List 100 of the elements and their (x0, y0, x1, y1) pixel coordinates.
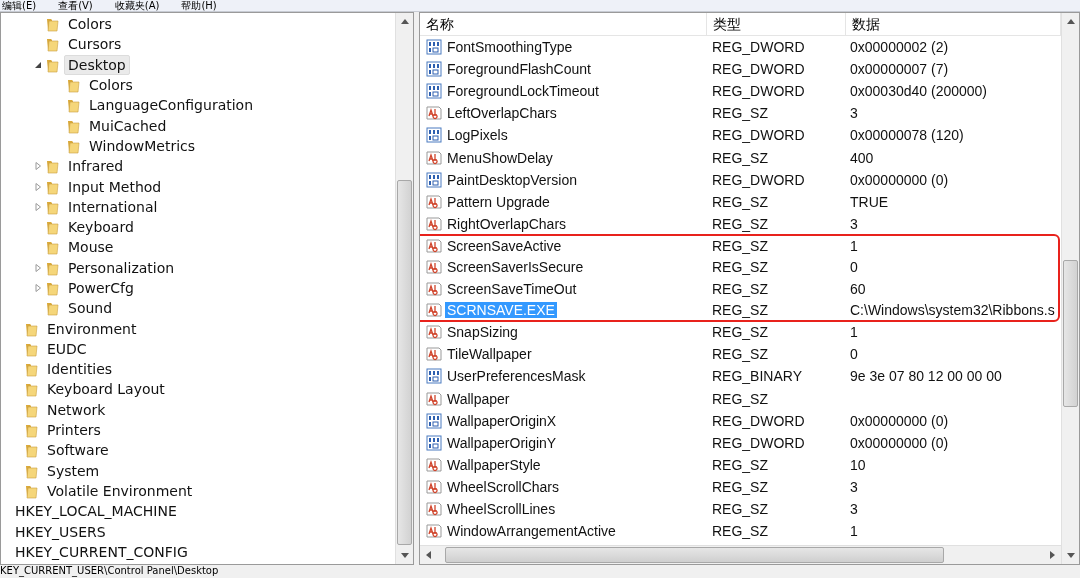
tree-item[interactable]: Keyboard Layout (43, 379, 169, 400)
tree-item[interactable]: Volatile Environment (43, 480, 197, 501)
folder-icon (45, 158, 61, 175)
value-name[interactable]: WallpaperOriginY (445, 434, 559, 451)
value-name[interactable]: ScreenSaveActive (445, 238, 564, 255)
expand-icon[interactable] (34, 263, 42, 272)
tree-item[interactable]: Infrared (64, 156, 128, 177)
folder-icon (24, 442, 40, 459)
tree-item[interactable]: Identities (43, 359, 117, 380)
tree-item[interactable]: HKEY_CURRENT_CONFIG (11, 541, 192, 562)
tree-item[interactable]: Sound (64, 298, 117, 319)
table-cell-text: REG_SZ (711, 149, 769, 166)
tree-item[interactable]: Colors (64, 14, 116, 35)
binary-value-icon (426, 83, 442, 100)
value-name[interactable]: ForegroundFlashCount (445, 61, 593, 78)
tree-item[interactable]: Mouse (64, 237, 118, 258)
tree-item[interactable]: Colors (85, 75, 137, 96)
string-value-icon (426, 346, 442, 363)
scroll-arrow-icon[interactable] (400, 19, 409, 24)
tree-item[interactable]: LanguageConfiguration (85, 95, 258, 116)
menu-item[interactable]: 编辑(E) (2, 0, 37, 11)
value-name[interactable]: ForegroundLockTimeout (445, 83, 601, 100)
tree-item[interactable]: International (64, 196, 162, 217)
tree-item[interactable]: HKEY_LOCAL_MACHINE (11, 501, 181, 522)
string-value-icon (426, 280, 442, 297)
table-cell-text: REG_DWORD (711, 434, 806, 451)
tree-item[interactable]: HKEY_USERS (11, 521, 110, 542)
value-name[interactable]: SnapSizing (445, 324, 520, 341)
folder-icon (24, 361, 40, 378)
string-value-icon (426, 238, 442, 255)
expand-icon[interactable] (34, 284, 42, 292)
table-cell-text: REG_SZ (711, 456, 769, 473)
value-name[interactable]: PaintDesktopVersion (445, 171, 579, 188)
tree-item[interactable]: MuiCached (85, 115, 171, 136)
value-name[interactable]: LeftOverlapChars (445, 105, 559, 122)
value-name[interactable]: WheelScrollLines (445, 501, 558, 517)
value-name[interactable]: RightOverlapChars (445, 215, 569, 232)
tree-item[interactable]: Environment (43, 318, 141, 339)
menu-item[interactable]: 查看(V) (58, 0, 93, 11)
table-cell: 1 (850, 238, 858, 255)
folder-icon (66, 97, 82, 114)
table-cell: 0x00000000 (0) (850, 412, 949, 429)
menu-item[interactable]: 帮助(H) (181, 0, 217, 11)
table-cell: 0 (850, 259, 858, 276)
binary-value-icon (426, 412, 442, 429)
tree-item[interactable]: System (43, 460, 104, 481)
table-cell-text: REG_SZ (711, 280, 769, 297)
value-name[interactable]: MenuShowDelay (445, 149, 555, 166)
expand-icon[interactable] (34, 162, 42, 171)
string-value-icon (426, 259, 442, 276)
tree-item[interactable]: EUDC (43, 338, 91, 359)
table-cell: C:\Windows\system32\Ribbons.s (850, 301, 1055, 318)
tree-item[interactable]: Input Method (64, 176, 166, 197)
scroll-thumb[interactable] (1063, 260, 1078, 407)
value-name[interactable]: WindowArrangementActive (445, 523, 618, 540)
collapse-icon[interactable] (34, 60, 42, 69)
value-name[interactable]: TileWallpaper (445, 346, 534, 363)
tree-item[interactable]: Printers (43, 420, 105, 441)
folder-icon (45, 239, 61, 256)
tree-item[interactable]: WindowMetrics (85, 135, 200, 156)
table-cell: 0x00000007 (7) (850, 61, 949, 78)
scroll-thumb[interactable] (445, 547, 944, 563)
scroll-arrow-icon[interactable] (1066, 19, 1075, 24)
table-cell-text: REG_DWORD (711, 127, 806, 144)
tree-item[interactable]: Personalization (64, 257, 179, 278)
scroll-arrow-icon[interactable] (426, 551, 431, 559)
tree-item[interactable]: Cursors (64, 34, 126, 55)
value-name[interactable]: UserPreferencesMask (445, 368, 588, 385)
scroll-arrow-icon[interactable] (400, 553, 409, 558)
value-name[interactable]: FontSmoothingType (445, 39, 575, 56)
expand-icon[interactable] (34, 182, 42, 191)
table-cell-text: REG_SZ (711, 215, 769, 232)
menu-item[interactable]: 收藏夹(A) (114, 0, 160, 11)
string-value-icon (426, 105, 442, 122)
value-name[interactable]: WallpaperStyle (445, 456, 543, 473)
value-name[interactable]: LogPixels (445, 127, 510, 144)
tree-item[interactable]: Software (43, 440, 113, 461)
tree-item[interactable]: Desktop (64, 54, 130, 75)
table-cell-text: REG_SZ (711, 390, 769, 407)
expand-icon[interactable] (34, 202, 42, 211)
tree-item[interactable]: Keyboard (64, 217, 138, 238)
scroll-arrow-icon[interactable] (1066, 553, 1075, 558)
value-name[interactable]: WallpaperOriginX (445, 412, 559, 429)
tree-item[interactable]: PowerCfg (64, 278, 138, 298)
value-name[interactable]: ScreenSaverIsSecure (445, 259, 586, 276)
string-value-icon (426, 501, 442, 517)
table-cell: 0 (850, 346, 858, 363)
value-name[interactable]: Pattern Upgrade (445, 193, 552, 210)
binary-value-icon (426, 39, 442, 56)
binary-value-icon (426, 171, 442, 188)
table-cell-text: REG_DWORD (711, 171, 806, 188)
table-cell-text: REG_BINARY (711, 368, 803, 385)
value-name[interactable]: Wallpaper (445, 390, 512, 407)
column-header[interactable]: 类型 (707, 13, 846, 35)
value-name[interactable]: WheelScrollChars (445, 478, 562, 495)
tree-item[interactable]: Network (43, 399, 110, 420)
scroll-arrow-icon[interactable] (1050, 551, 1055, 559)
scroll-thumb[interactable] (397, 180, 412, 545)
column-header[interactable]: 名称 (420, 13, 707, 35)
value-name[interactable]: ScreenSaveTimeOut (445, 280, 579, 297)
